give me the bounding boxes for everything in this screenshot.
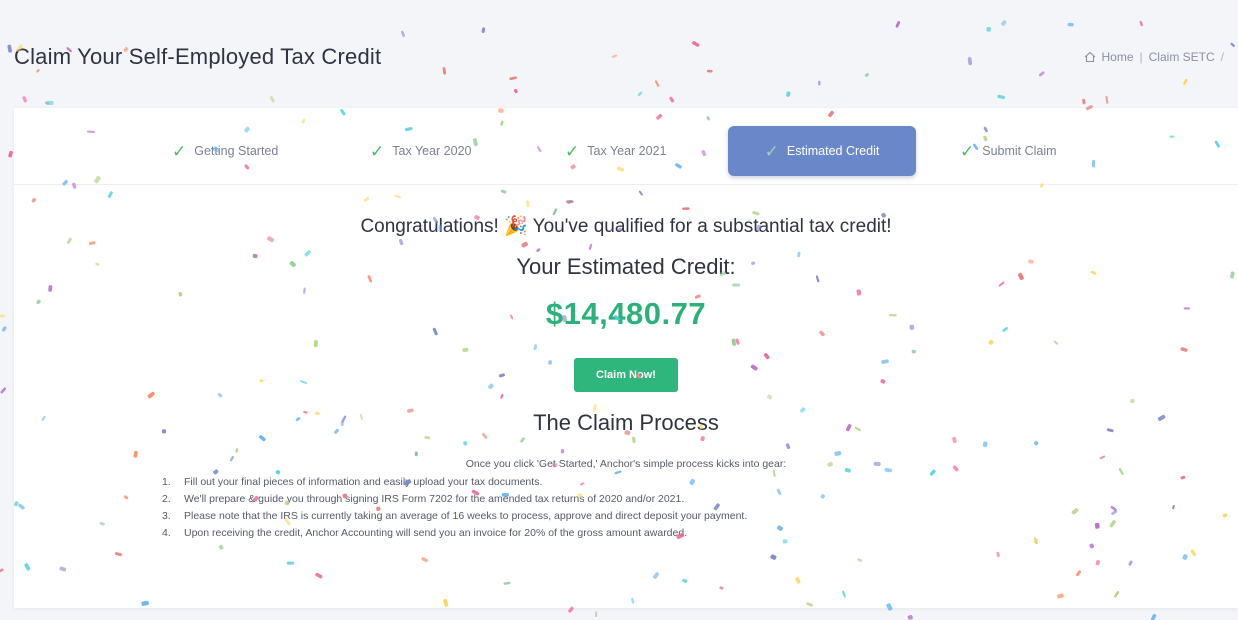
confetti-piece <box>46 100 54 106</box>
step-label: Tax Year 2021 <box>587 144 667 158</box>
list-item: 4. Upon receiving the credit, Anchor Acco… <box>162 525 1062 542</box>
congratulations-message: Congratulations! 🎉 You've qualified for … <box>360 216 892 237</box>
list-item-text: We'll prepare & guide you through signin… <box>184 493 685 505</box>
breadcrumb-trailing-separator: / <box>1220 50 1224 64</box>
list-item: 1. Fill out your final pieces of informat… <box>162 474 1062 491</box>
confetti-piece <box>1150 613 1157 620</box>
confetti-piece <box>907 614 913 620</box>
page-title: Claim Your Self-Employed Tax Credit <box>14 44 382 69</box>
step-label: Tax Year 2020 <box>392 144 472 158</box>
claim-process-title: The Claim Process <box>533 410 719 435</box>
step-label: Getting Started <box>194 144 279 158</box>
check-icon: ✓ <box>172 141 187 161</box>
page-header: Claim Your Self-Employed Tax Credit Home… <box>0 0 1238 100</box>
list-item-text: Upon receiving the credit, Anchor Accoun… <box>184 527 688 539</box>
confetti-piece <box>0 314 6 318</box>
list-item: 2. We'll prepare & guide you through sign… <box>162 491 1062 508</box>
list-number: 4. <box>162 527 171 539</box>
step-submit-claim[interactable]: ✓ Submit Claim <box>960 126 1100 176</box>
claim-process-intro: Once you click 'Get Started,' Anchor's s… <box>465 458 787 470</box>
breadcrumb-home-link[interactable]: Home <box>1102 50 1134 64</box>
check-icon: ✓ <box>565 141 580 161</box>
list-number: 2. <box>162 493 171 505</box>
confetti-piece <box>44 101 50 105</box>
home-icon[interactable] <box>1084 51 1096 63</box>
check-icon: ✓ <box>764 141 779 161</box>
breadcrumb-separator: | <box>1139 50 1143 64</box>
list-item: 3. Please note that the IRS is currently … <box>162 508 1062 525</box>
progress-stepper: ✓ Getting Started ✓ Tax Year 2020 ✓ Tax … <box>14 108 1238 185</box>
step-estimated-credit[interactable]: ✓ Estimated Credit <box>728 126 916 176</box>
step-tax-year-2020[interactable]: ✓ Tax Year 2020 <box>370 126 510 176</box>
step-getting-started[interactable]: ✓ Getting Started <box>172 126 312 176</box>
claim-card: ✓ Getting Started ✓ Tax Year 2020 ✓ Tax … <box>14 108 1238 608</box>
estimated-credit-amount: $14,480.77 <box>545 296 707 331</box>
step-label: Submit Claim <box>982 144 1057 158</box>
claim-process-steps: 1. Fill out your final pieces of informat… <box>162 474 1062 542</box>
list-number: 1. <box>162 476 171 488</box>
confetti-piece <box>1 326 7 332</box>
list-item-text: Please note that the IRS is currently ta… <box>184 510 748 522</box>
confetti-piece <box>594 611 598 617</box>
list-item-text: Fill out your final pieces of informatio… <box>184 476 543 488</box>
breadcrumb: Home | Claim SETC / <box>1084 50 1224 64</box>
list-number: 3. <box>162 510 171 522</box>
check-icon: ✓ <box>960 141 975 161</box>
step-tax-year-2021[interactable]: ✓ Tax Year 2021 <box>565 126 705 176</box>
confetti-piece <box>8 150 13 158</box>
confetti-piece <box>0 387 6 394</box>
breadcrumb-current: Claim SETC <box>1148 50 1215 64</box>
step-label: Estimated Credit <box>786 144 880 158</box>
estimated-credit-label: Your Estimated Credit: <box>516 254 736 279</box>
claim-now-button[interactable]: Claim Now! <box>574 358 678 392</box>
check-icon: ✓ <box>370 141 385 161</box>
confetti-piece <box>0 568 4 573</box>
